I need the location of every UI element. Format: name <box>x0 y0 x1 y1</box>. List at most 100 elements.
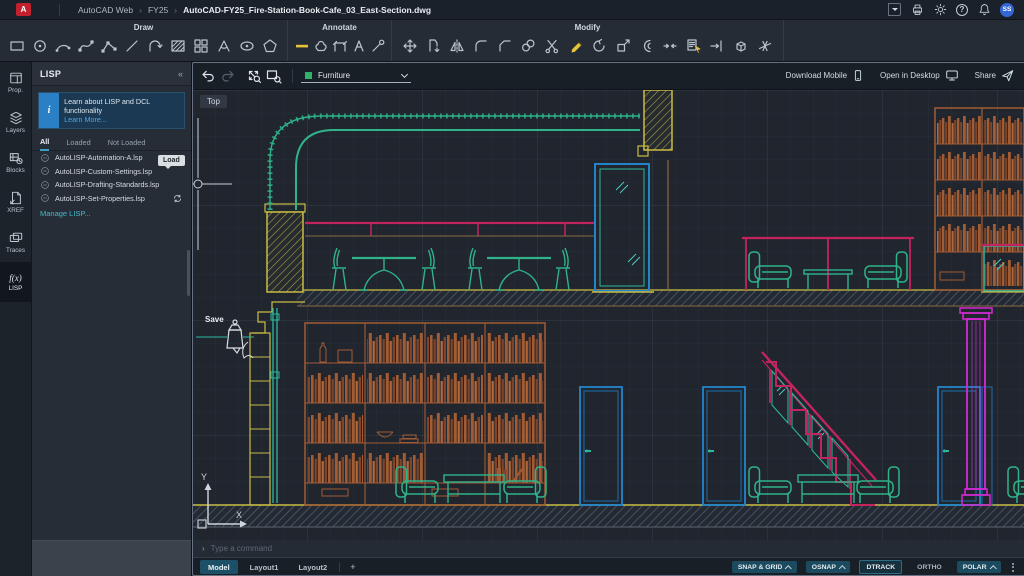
tab-loaded[interactable]: Loaded <box>66 138 90 150</box>
panel-title: LISP <box>40 69 61 79</box>
bell-icon <box>978 3 991 16</box>
breadcrumb-separator: › <box>174 5 177 15</box>
sidebar-item-blocks[interactable]: Blocks <box>0 142 31 182</box>
trim-tool-icon[interactable] <box>542 37 561 56</box>
circle-minus-icon <box>40 180 50 190</box>
collapse-panel-icon[interactable]: « <box>178 69 183 79</box>
learn-more-link[interactable]: Learn More... <box>64 115 107 124</box>
rail-label: Blocks <box>6 167 25 174</box>
load-tooltip: Load <box>158 155 185 166</box>
revision-cloud-tool-icon[interactable] <box>311 37 330 56</box>
layers-icon <box>9 111 23 125</box>
ribbon-spacer <box>784 20 1024 61</box>
panel-scrollbar[interactable] <box>187 250 190 296</box>
rail-label: Layers <box>6 127 25 134</box>
ribbon-group-modify: Modify <box>392 20 784 61</box>
left-rail: Prop. Layers Blocks XREF Traces f(x) LIS… <box>0 62 32 576</box>
rotate-tool-icon[interactable] <box>590 37 609 56</box>
info-icon: i <box>39 93 59 128</box>
manage-lisp-link[interactable]: Manage LISP... <box>40 209 191 218</box>
print-button[interactable] <box>910 3 924 17</box>
spline-tool-icon[interactable] <box>77 37 96 56</box>
dimension-tool-icon[interactable] <box>292 37 311 56</box>
hatch-tool-icon[interactable] <box>168 37 187 56</box>
rectangle-tool-icon[interactable] <box>8 37 27 56</box>
join-tool-icon[interactable] <box>661 37 680 56</box>
sidebar-item-properties[interactable]: Prop. <box>0 62 31 102</box>
refresh-icon <box>172 193 183 204</box>
ribbon-group-label: Annotate <box>288 20 391 32</box>
lisp-file-name: AutoLISP-Set-Properties.lsp <box>55 194 145 203</box>
traces-icon <box>9 231 23 245</box>
circle-minus-icon <box>40 166 50 176</box>
lisp-fx-icon: f(x) <box>9 273 22 283</box>
tab-not-loaded[interactable]: Not Loaded <box>108 138 146 150</box>
fillet-tool-icon[interactable] <box>472 37 491 56</box>
move-tool-icon[interactable] <box>401 37 420 56</box>
circle-minus-icon <box>40 153 50 163</box>
circle-tool-icon[interactable] <box>31 37 50 56</box>
banner-text: Learn about LISP and DCL functionality <box>64 97 150 115</box>
chevron-down-icon <box>892 8 898 11</box>
autocad-logo-icon[interactable]: A <box>16 3 31 16</box>
load-lisp-button[interactable] <box>172 193 183 204</box>
notifications-button[interactable] <box>977 3 991 17</box>
avatar[interactable]: SS <box>1000 3 1014 17</box>
sidebar-item-lisp[interactable]: f(x) LISP <box>0 262 31 302</box>
help-button[interactable]: ? <box>956 4 968 16</box>
rail-label: XREF <box>7 207 24 214</box>
lisp-file-name: AutoLISP-Custom-Settings.lsp <box>55 167 152 176</box>
breadcrumb: AutoCAD Web › FY25 › AutoCAD-FY25_Fire-S… <box>78 5 431 15</box>
breadcrumb-product[interactable]: AutoCAD Web <box>78 5 133 15</box>
panel-footer <box>32 540 191 576</box>
mirror-tool-icon[interactable] <box>448 37 467 56</box>
ellipse-tool-icon[interactable] <box>237 37 256 56</box>
save-dropdown-button[interactable] <box>888 3 901 16</box>
lisp-file-name: AutoLISP-Automation-A.lsp <box>55 153 143 162</box>
sidebar-item-xref[interactable]: XREF <box>0 182 31 222</box>
ribbon-group-label: Draw <box>0 20 287 32</box>
edit-pencil-tool-icon[interactable] <box>566 37 585 56</box>
top-bar: A AutoCAD Web › FY25 › AutoCAD-FY25_Fire… <box>0 0 1024 20</box>
align-tool-icon[interactable] <box>708 37 727 56</box>
text-tool-icon[interactable] <box>349 37 368 56</box>
settings-button[interactable] <box>933 3 947 17</box>
copy-tool-icon[interactable] <box>519 37 538 56</box>
breadcrumb-folder[interactable]: FY25 <box>148 5 168 15</box>
insert-block-tool-icon[interactable] <box>191 37 210 56</box>
rail-label: Prop. <box>8 87 23 94</box>
revcloud-arc-tool-icon[interactable] <box>145 37 164 56</box>
rail-label: LISP <box>9 285 23 292</box>
arc-tool-icon[interactable] <box>54 37 73 56</box>
ribbon-group-annotate: Annotate <box>288 20 392 61</box>
ribbon-group-draw: Draw <box>0 20 288 61</box>
sidebar-item-traces[interactable]: Traces <box>0 222 31 262</box>
dimension-bracket-tool-icon[interactable] <box>330 37 349 56</box>
circle-minus-icon <box>40 193 50 203</box>
lisp-file-name: AutoLISP-Drafting-Standards.lsp <box>55 180 159 189</box>
xref-icon <box>9 191 23 205</box>
lisp-info-banner: i Learn about LISP and DCL functionality… <box>38 92 185 129</box>
printer-icon <box>911 3 924 16</box>
lisp-file-row[interactable]: AutoLISP-Set-Properties.lsp <box>32 192 191 206</box>
polygon-tool-icon[interactable] <box>260 37 279 56</box>
flip-tool-icon[interactable] <box>424 37 443 56</box>
tab-all[interactable]: All <box>40 137 49 151</box>
break-tool-icon[interactable] <box>755 37 774 56</box>
lisp-panel-header: LISP « <box>32 62 191 86</box>
measure-tool-icon[interactable] <box>214 37 233 56</box>
blocks-icon <box>9 151 23 165</box>
offset-tool-icon[interactable] <box>637 37 656 56</box>
explode-tool-icon[interactable] <box>732 37 751 56</box>
save-button[interactable]: Save <box>192 62 1024 576</box>
sidebar-item-layers[interactable]: Layers <box>0 102 31 142</box>
chamfer-tool-icon[interactable] <box>495 37 514 56</box>
rail-label: Traces <box>6 247 25 254</box>
line-tool-icon[interactable] <box>123 37 142 56</box>
leader-tool-icon[interactable] <box>368 37 387 56</box>
scale-tool-icon[interactable] <box>613 37 632 56</box>
polyline-tool-icon[interactable] <box>100 37 119 56</box>
lisp-file-row[interactable]: AutoLISP-Drafting-Standards.lsp <box>32 178 191 192</box>
match-properties-tool-icon[interactable] <box>684 37 703 56</box>
ribbon: Draw Annotate Modify <box>0 20 1024 62</box>
